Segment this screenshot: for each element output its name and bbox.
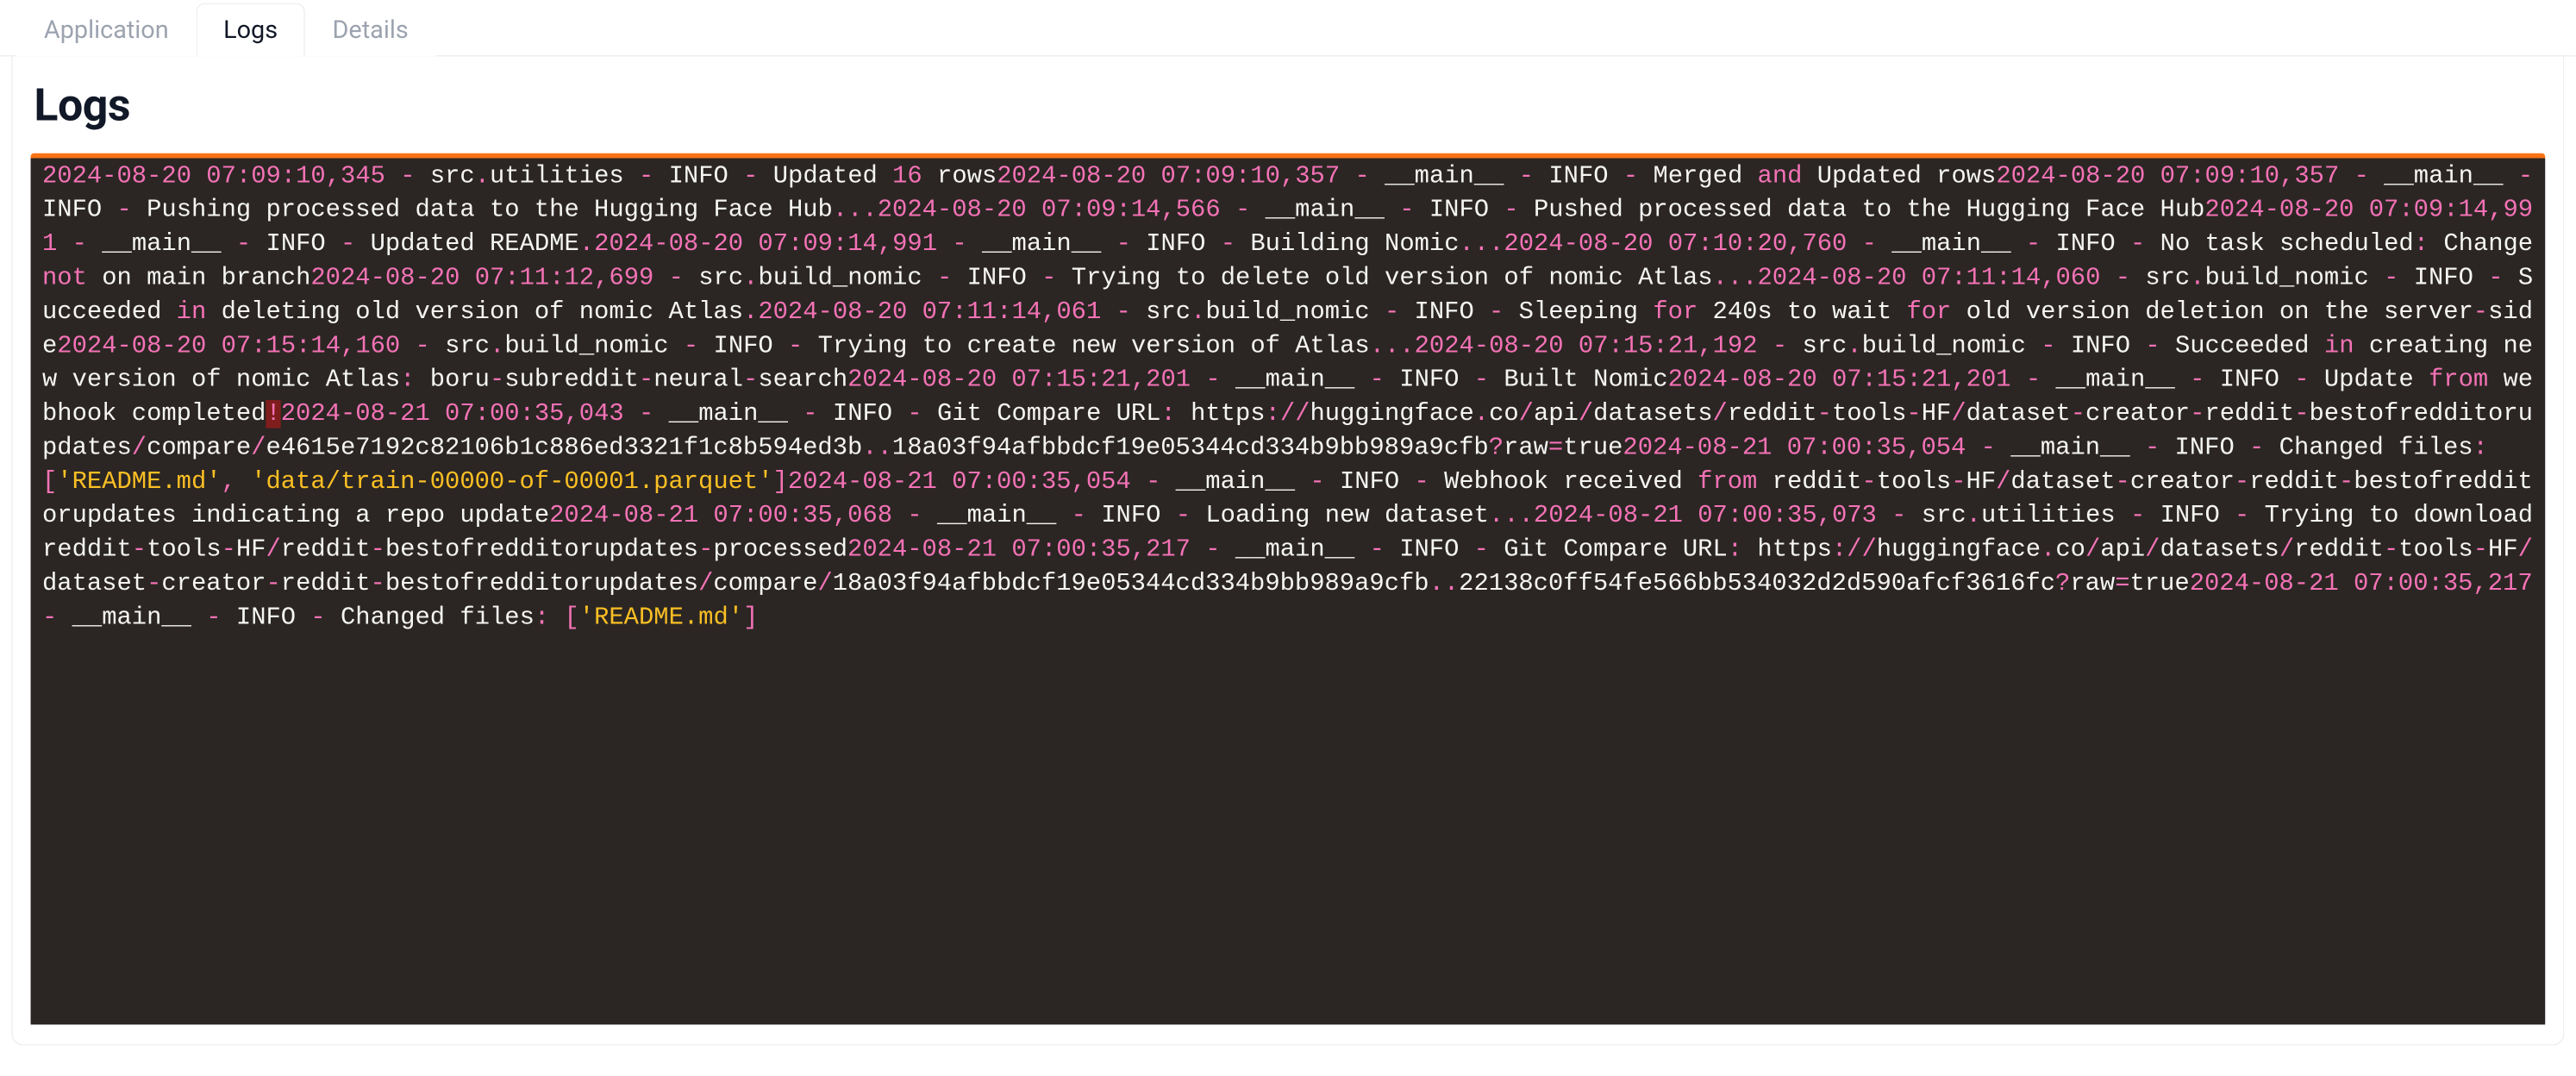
logs-panel: Logs 2024-08-20 07:09:10,345 - src.utili… xyxy=(11,56,2564,1045)
log-line: 2024-08-20 07:15:21,201 - __main__ - INF… xyxy=(847,366,1668,395)
tab-logs[interactable]: Logs xyxy=(196,3,304,56)
log-line: 2024-08-20 07:09:10,345 - src.utilities … xyxy=(42,162,997,191)
log-line: 2024-08-20 07:09:14,566 - __main__ - INF… xyxy=(878,197,2205,225)
log-line: 2024-08-20 07:15:14,160 - src.build_nomi… xyxy=(57,332,1414,360)
tab-application[interactable]: Application xyxy=(16,3,196,56)
page-title: Logs xyxy=(34,79,2545,132)
log-line: 2024-08-20 07:09:14,991 - __main__ - INF… xyxy=(594,230,1504,259)
tabs: Application Logs Details xyxy=(0,0,2576,56)
log-line: 2024-08-20 07:11:12,699 - src.build_nomi… xyxy=(310,264,1757,292)
log-viewer-wrap: 2024-08-20 07:09:10,345 - src.utilities … xyxy=(31,153,2546,1025)
log-line: 2024-08-20 07:09:10,357 - __main__ - INF… xyxy=(997,162,1996,191)
tab-details[interactable]: Details xyxy=(305,3,436,56)
log-line: 2024-08-21 07:00:35,068 - __main__ - INF… xyxy=(549,502,1534,530)
log-viewer[interactable]: 2024-08-20 07:09:10,345 - src.utilities … xyxy=(31,158,2546,1024)
